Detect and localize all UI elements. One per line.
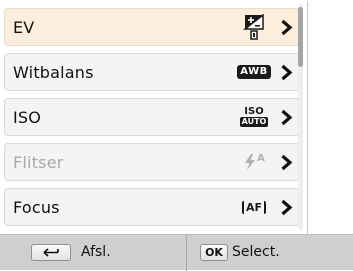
iso-icon-bottom-text: AUTO [239,117,269,127]
af-icon: AF [239,194,269,220]
select-label: Select. [232,244,280,260]
back-label: Afsl. [81,244,111,260]
chevron-right-icon [281,154,293,171]
iso-icon-top-text: ISO [244,106,264,117]
menu-item-label: ISO [13,108,42,127]
bar-divider [186,235,187,271]
menu-item-white-balance[interactable]: Witbalans AWB [4,53,300,91]
chevron-right-icon [281,64,293,81]
iso-auto-icon: ISO AUTO [239,104,269,130]
awb-icon: AWB [237,59,271,85]
awb-icon-text: AWB [237,65,271,79]
bottom-button-bar: Afsl. OK Select. [0,234,353,271]
menu-item-label: Witbalans [13,63,94,82]
scrollbar-thumb[interactable] [298,7,303,67]
camera-settings-menu: EV Witbalans AWB ISO ISO AUTO Flitser A … [1,1,308,234]
menu-item-iso[interactable]: ISO ISO AUTO [4,98,300,136]
menu-item-label: Flitser [13,153,64,172]
chevron-right-icon [281,19,293,36]
menu-item-label: Focus [13,198,60,217]
af-icon-text: AF [241,200,267,214]
exposure-value-icon [239,14,269,40]
menu-item-flash: Flitser A [4,143,300,181]
chevron-right-icon [281,199,293,216]
menu-item-focus[interactable]: Focus AF [4,188,300,226]
menu-item-ev[interactable]: EV [4,8,300,46]
flash-auto-icon: A [239,149,269,175]
chevron-right-icon [281,109,293,126]
menu-item-label: EV [13,18,35,37]
ok-key: OK [200,244,228,261]
flash-icon-text: A [257,152,265,164]
return-arrow-icon [31,244,71,261]
